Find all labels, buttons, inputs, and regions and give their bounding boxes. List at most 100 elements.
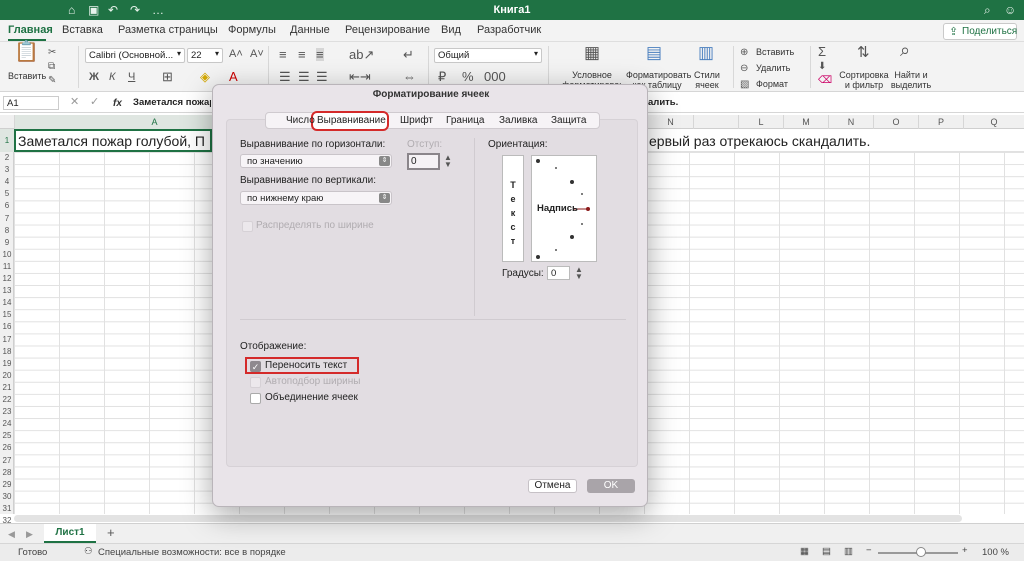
format-cells-label[interactable]: Формат	[756, 80, 788, 89]
share-button[interactable]: ⇪ Поделиться	[943, 23, 1017, 40]
format-cells-icon[interactable]: ▧	[740, 78, 749, 91]
indent-input[interactable]: 0	[407, 153, 440, 170]
underline-icon[interactable]: Ч	[128, 71, 135, 84]
row-header-13[interactable]: 13	[0, 285, 14, 297]
cell-styles-icon[interactable]: ▥	[698, 44, 714, 61]
tab-review[interactable]: Рецензирование	[345, 24, 430, 36]
thousands-icon[interactable]: 000	[484, 70, 506, 83]
borders-icon[interactable]: ⊞	[162, 70, 173, 83]
zoom-out-icon[interactable]: −	[866, 545, 872, 556]
row-header-6[interactable]: 6	[0, 200, 14, 212]
confirm-icon[interactable]: ✓	[90, 96, 99, 109]
increase-font-icon[interactable]: A˄	[229, 48, 243, 61]
conditional-format-icon[interactable]: ▦	[584, 44, 600, 61]
horizontal-scrollbar[interactable]	[14, 515, 962, 522]
ok-button[interactable]: OK	[587, 479, 635, 493]
column-header-Nb[interactable]: N	[828, 115, 873, 129]
row-header-31[interactable]: 31	[0, 503, 14, 515]
distribute-checkbox[interactable]	[242, 221, 253, 232]
find-select-label-1[interactable]: Найти и	[890, 71, 932, 80]
row-header-9[interactable]: 9	[0, 237, 14, 249]
accessibility-icon[interactable]: ⚇	[84, 546, 93, 557]
currency-icon[interactable]: ₽	[438, 70, 446, 83]
dialog-tab-number[interactable]: Число	[286, 115, 315, 126]
row-header-18[interactable]: 18	[0, 346, 14, 358]
tab-insert[interactable]: Вставка	[62, 24, 103, 36]
copy-icon[interactable]: ⧉	[48, 60, 55, 73]
column-header-N[interactable]: N	[648, 115, 693, 129]
vertical-text-box[interactable]: Т е к с т	[502, 155, 524, 262]
row-header-23[interactable]: 23	[0, 406, 14, 418]
cut-icon[interactable]: ✂	[48, 46, 56, 59]
italic-icon[interactable]: К	[109, 71, 115, 84]
tab-home[interactable]: Главная	[8, 24, 53, 36]
add-sheet-icon[interactable]: +	[107, 526, 115, 539]
search-icon[interactable]: ⌕	[984, 3, 991, 18]
cell-styles-label-1[interactable]: Стили	[690, 71, 724, 80]
row-header-11[interactable]: 11	[0, 261, 14, 273]
zoom-level[interactable]: 100 %	[982, 547, 1009, 558]
autosum-icon[interactable]: Σ	[818, 45, 826, 58]
decrease-font-icon[interactable]: A˅	[250, 48, 264, 61]
paste-icon[interactable]: 📋	[14, 42, 39, 62]
column-header-N2[interactable]	[693, 115, 738, 129]
accessibility-status[interactable]: Специальные возможности: все в порядке	[98, 547, 286, 558]
sheet-tab-1[interactable]: Лист1	[44, 524, 96, 543]
indent-stepper-icon[interactable]: ▲ ▼	[444, 154, 452, 169]
row-header-12[interactable]: 12	[0, 273, 14, 285]
font-color-icon[interactable]: A	[229, 70, 238, 83]
merge-cells-checkbox[interactable]	[250, 393, 261, 404]
align-left-icon[interactable]: ☰	[279, 70, 291, 83]
page-break-view-icon[interactable]: ▥	[844, 546, 853, 557]
font-size-select[interactable]: 22 ▾	[187, 48, 223, 63]
selected-cell-a1[interactable]	[14, 129, 212, 152]
insert-cells-label[interactable]: Вставить	[756, 48, 794, 57]
column-header-Q[interactable]: Q	[963, 115, 1024, 129]
tab-formulas[interactable]: Формулы	[228, 24, 276, 36]
paste-label[interactable]: Вставить	[8, 72, 46, 81]
cancel-button[interactable]: Отмена	[528, 479, 577, 493]
sort-filter-label-2[interactable]: и фильтр	[838, 81, 890, 90]
account-icon[interactable]: ☺	[1004, 3, 1016, 17]
column-header-M[interactable]: M	[783, 115, 828, 129]
column-header-P[interactable]: P	[918, 115, 963, 129]
row-header-21[interactable]: 21	[0, 382, 14, 394]
orientation-icon[interactable]: ab↗	[349, 48, 374, 61]
row-header-3[interactable]: 3	[0, 164, 14, 176]
degrees-stepper-icon[interactable]: ▲ ▼	[575, 266, 583, 281]
row-header-28[interactable]: 28	[0, 467, 14, 479]
name-box[interactable]: A1	[3, 96, 59, 110]
zoom-slider-thumb[interactable]	[916, 547, 926, 557]
align-middle-icon[interactable]: ≡	[298, 48, 306, 61]
row-header-15[interactable]: 15	[0, 309, 14, 321]
row-header-5[interactable]: 5	[0, 188, 14, 200]
align-bottom-icon[interactable]: ≡	[316, 48, 324, 61]
tab-data[interactable]: Данные	[290, 24, 330, 36]
row-header-8[interactable]: 8	[0, 225, 14, 237]
find-select-icon[interactable]: ⌕	[900, 41, 910, 59]
number-format-select[interactable]: Общий ▾	[434, 48, 542, 63]
indent-icon[interactable]: ⇤⇥	[349, 70, 371, 83]
page-layout-view-icon[interactable]: ▤	[822, 546, 831, 557]
dialog-tab-border[interactable]: Граница	[446, 115, 484, 126]
format-painter-icon[interactable]: ✎	[48, 74, 56, 87]
next-sheet-icon[interactable]: ▶	[26, 528, 33, 541]
align-center-icon[interactable]: ☰	[298, 70, 310, 83]
row-header-22[interactable]: 22	[0, 394, 14, 406]
row-header-29[interactable]: 29	[0, 479, 14, 491]
row-header-20[interactable]: 20	[0, 370, 14, 382]
row-header-16[interactable]: 16	[0, 321, 14, 333]
row-header-25[interactable]: 25	[0, 430, 14, 442]
row-header-27[interactable]: 27	[0, 455, 14, 467]
cancel-icon[interactable]: ✕	[70, 96, 79, 109]
row-header-26[interactable]: 26	[0, 442, 14, 454]
format-as-table-label-1[interactable]: Форматировать	[626, 71, 691, 80]
dialog-tab-font[interactable]: Шрифт	[400, 115, 433, 126]
bold-icon[interactable]: Ж	[89, 71, 99, 84]
format-as-table-icon[interactable]: ▤	[646, 44, 662, 61]
row-header-19[interactable]: 19	[0, 358, 14, 370]
row-header-2[interactable]: 2	[0, 152, 14, 164]
vertical-align-select[interactable]: по нижнему краю ⇕	[240, 191, 392, 205]
sort-filter-icon[interactable]: ⇅	[857, 45, 870, 60]
conditional-format-label-1[interactable]: Условное	[566, 71, 618, 80]
